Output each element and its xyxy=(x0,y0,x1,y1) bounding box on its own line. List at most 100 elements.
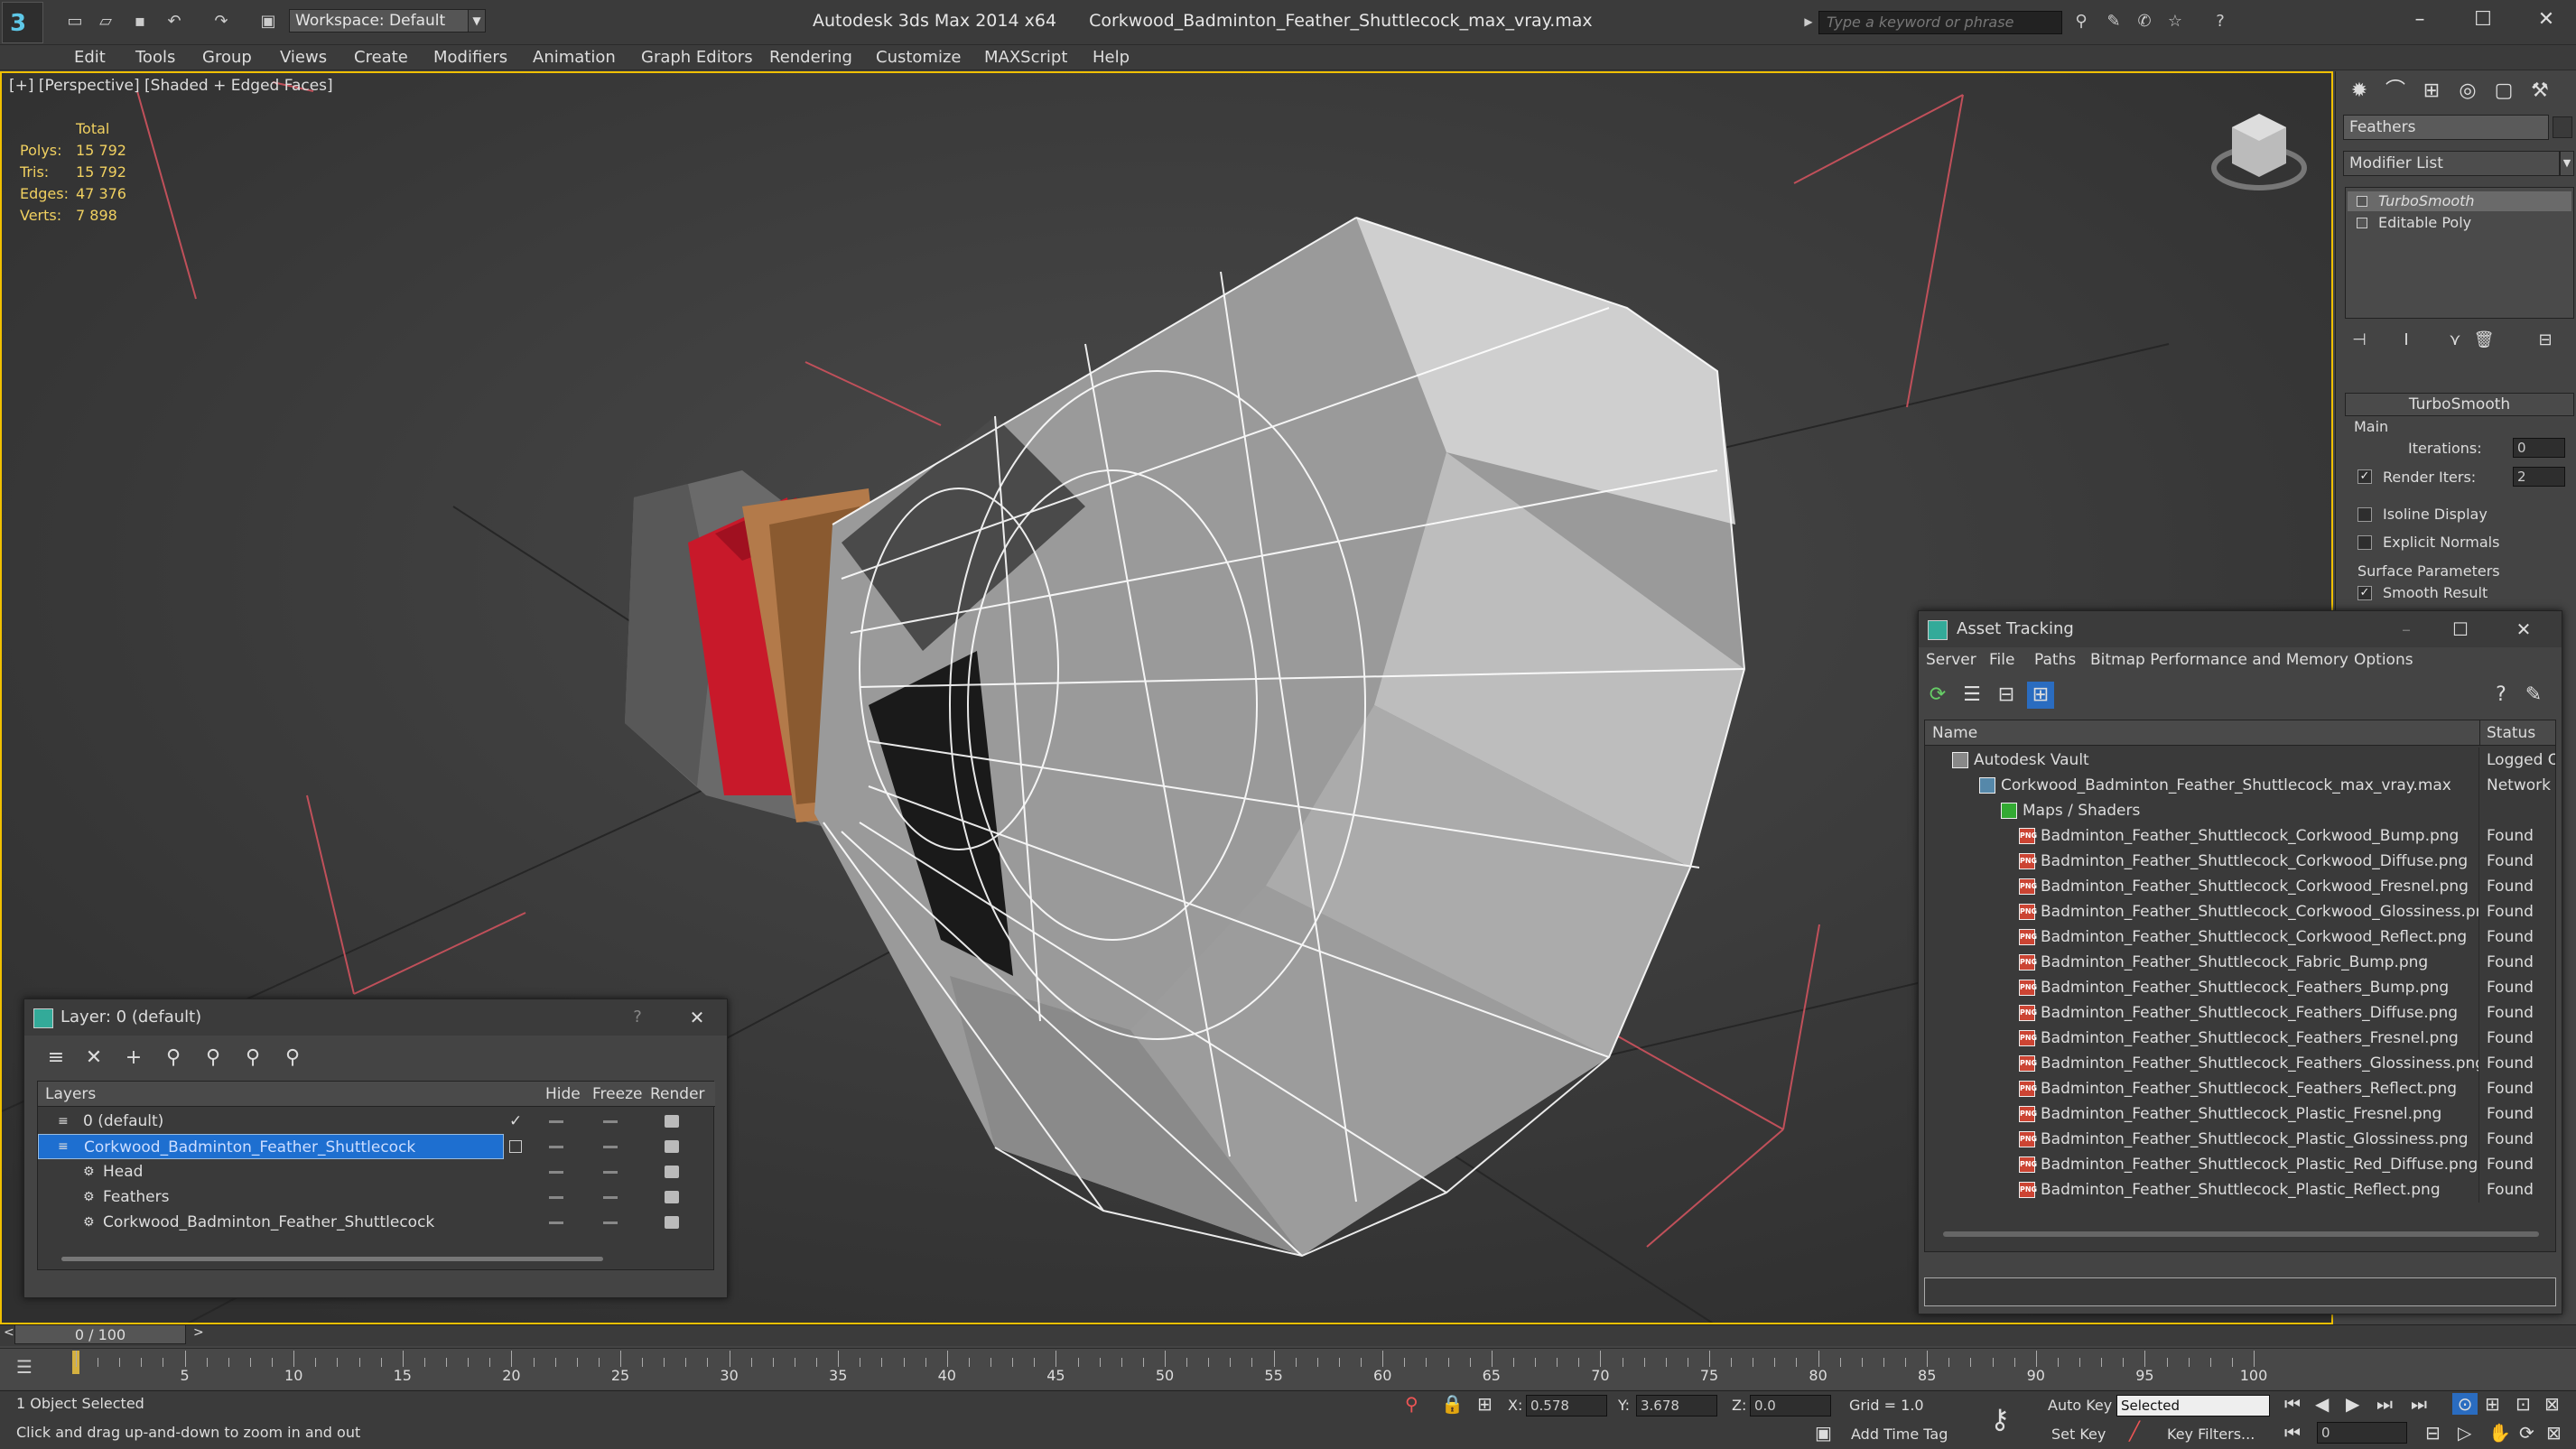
make-unique-icon[interactable]: ⋎ xyxy=(2442,328,2468,353)
asset-row[interactable]: PNG Badminton_Feather_Shuttlecock_Corkwoo… xyxy=(1925,899,2555,924)
create-layer-icon[interactable]: ≡ xyxy=(42,1045,70,1072)
layer-dialog-title[interactable]: Layer: 0 (default) xyxy=(24,999,727,1036)
hide-toggle[interactable] xyxy=(549,1221,563,1224)
key-mode-dropdown[interactable]: Selected xyxy=(2116,1395,2270,1416)
chevron-down-icon[interactable]: ▼ xyxy=(2560,151,2574,176)
play-icon[interactable]: ▶ xyxy=(2346,1393,2359,1415)
maximize-viewport-icon[interactable]: ⊠ xyxy=(2546,1422,2562,1444)
freeze-toggle[interactable] xyxy=(603,1120,618,1123)
smooth-result-checkbox[interactable]: ✓ xyxy=(2357,586,2372,600)
go-to-end-icon[interactable]: ⏭ xyxy=(2411,1393,2427,1415)
tree-view-icon[interactable]: ⊟ xyxy=(1993,682,2020,709)
asset-row[interactable]: PNG Badminton_Feather_Shuttlecock_Feather… xyxy=(1925,1000,2555,1026)
time-slider-thumb[interactable]: 0 / 100 xyxy=(14,1324,186,1344)
field-of-view-icon[interactable]: ▷ xyxy=(2458,1422,2471,1444)
table-view-icon[interactable]: ⊞ xyxy=(2027,682,2054,709)
turbosmooth-rollout-header[interactable]: TurboSmooth xyxy=(2345,393,2574,416)
configure-sets-icon[interactable]: ⊟ xyxy=(2533,328,2558,353)
set-active-box[interactable] xyxy=(509,1140,522,1153)
asset-row[interactable]: PNG Badminton_Feather_Shuttlecock_Fabric_… xyxy=(1925,950,2555,975)
freeze-all-icon[interactable]: ⚲ xyxy=(279,1045,306,1072)
close-button[interactable]: ✕ xyxy=(2528,5,2564,34)
asset-row-file[interactable]: Corkwood_Badminton_Feather_Shuttlecock_m… xyxy=(1925,773,2555,798)
asset-row[interactable]: PNG Badminton_Feather_Shuttlecock_Feather… xyxy=(1925,1051,2555,1076)
close-button[interactable]: ✕ xyxy=(2497,613,2551,646)
asset-row[interactable]: PNG Badminton_Feather_Shuttlecock_Corkwoo… xyxy=(1925,823,2555,849)
render-teapot-icon[interactable] xyxy=(665,1216,679,1229)
zoom-extents-icon[interactable]: ⊡ xyxy=(2516,1393,2531,1415)
hide-toggle[interactable] xyxy=(549,1146,563,1148)
asset-row[interactable]: PNG Badminton_Feather_Shuttlecock_Plastic… xyxy=(1925,1101,2555,1127)
freeze-toggle[interactable] xyxy=(603,1221,618,1224)
render-teapot-icon[interactable] xyxy=(665,1140,679,1153)
asset-row-maps[interactable]: Maps / Shaders xyxy=(1925,798,2555,823)
object-color-swatch[interactable] xyxy=(2553,116,2572,138)
stack-item-turbosmooth[interactable]: TurboSmooth xyxy=(2348,191,2571,211)
hide-toggle[interactable] xyxy=(549,1171,563,1174)
asset-row[interactable]: PNG Badminton_Feather_Shuttlecock_Feather… xyxy=(1925,1026,2555,1051)
create-tab-icon[interactable]: ✹ xyxy=(2343,75,2376,107)
column-header-hide[interactable]: Hide xyxy=(545,1082,581,1107)
next-key-icon[interactable]: ⏭ xyxy=(2376,1393,2393,1415)
search-input[interactable]: Type a keyword or phrase xyxy=(1818,11,2062,34)
motion-tab-icon[interactable]: ◎ xyxy=(2451,75,2484,107)
menu-tools[interactable]: Tools xyxy=(135,45,175,70)
workspace-dropdown[interactable]: Workspace: Default xyxy=(289,9,479,33)
isolate-icon[interactable]: ⚲ xyxy=(1405,1393,1418,1415)
menu-group[interactable]: Group xyxy=(202,45,252,70)
isoline-checkbox[interactable] xyxy=(2357,507,2372,522)
select-objects-icon[interactable]: ⚲ xyxy=(160,1045,187,1072)
menu-options[interactable]: Options xyxy=(2354,651,2413,669)
previous-key-icon[interactable]: ◀ xyxy=(2315,1393,2329,1415)
freeze-toggle[interactable] xyxy=(603,1146,618,1148)
hide-all-icon[interactable]: ⚲ xyxy=(239,1045,266,1072)
chevron-down-icon[interactable]: ▼ xyxy=(468,9,486,33)
modify-tab-icon[interactable]: ⌒ xyxy=(2379,75,2412,107)
column-header-freeze[interactable]: Freeze xyxy=(592,1082,642,1107)
menu-animation[interactable]: Animation xyxy=(533,45,616,70)
new-file-icon[interactable]: ▭ xyxy=(63,11,87,33)
key-mode-toggle-icon[interactable]: ⏮ xyxy=(2284,1422,2301,1444)
menu-rendering[interactable]: Rendering xyxy=(769,45,852,70)
open-file-icon[interactable]: ▱ xyxy=(94,11,117,33)
asset-row[interactable]: PNG Badminton_Feather_Shuttlecock_Feather… xyxy=(1925,975,2555,1000)
asset-row[interactable]: PNG Badminton_Feather_Shuttlecock_Corkwoo… xyxy=(1925,924,2555,950)
object-name-field[interactable]: Feathers xyxy=(2343,115,2549,140)
next-frame-icon[interactable]: > xyxy=(193,1325,204,1340)
render-iters-checkbox[interactable]: ✓ xyxy=(2357,469,2372,484)
column-header-name[interactable]: Name xyxy=(1932,720,1977,746)
column-header-render[interactable]: Render xyxy=(650,1082,705,1107)
menu-paths[interactable]: Paths xyxy=(2034,651,2076,669)
orbit-icon[interactable]: ⟳ xyxy=(2519,1422,2534,1444)
help-icon[interactable]: ? xyxy=(2488,682,2515,709)
key-filters-button[interactable]: Key Filters... xyxy=(2167,1426,2255,1443)
utilities-tab-icon[interactable]: ⚒ xyxy=(2524,75,2556,107)
show-end-result-icon[interactable]: Ⅰ xyxy=(2394,328,2419,353)
menu-create[interactable]: Create xyxy=(354,45,408,70)
freeze-toggle[interactable] xyxy=(603,1171,618,1174)
pin-stack-icon[interactable]: ⊣ xyxy=(2347,328,2372,353)
layer-row-default[interactable]: 0 (default) ≡ ✓ xyxy=(38,1109,715,1134)
subscription-icon[interactable]: ✎ xyxy=(2102,11,2125,33)
menu-edit[interactable]: Edit xyxy=(74,45,106,70)
add-time-tag-button[interactable]: Add Time Tag xyxy=(1851,1426,1948,1443)
favorites-star-icon[interactable]: ☆ xyxy=(2163,11,2187,33)
menu-bitmap-performance[interactable]: Bitmap Performance and Memory xyxy=(2090,651,2348,669)
explicit-normals-checkbox[interactable] xyxy=(2357,535,2372,550)
layer-row-shuttlecock[interactable]: Corkwood_Badminton_Feather_Shuttlecock ≡ xyxy=(38,1134,715,1159)
z-coordinate-field[interactable]: 0.0 xyxy=(1750,1395,1831,1416)
list-view-icon[interactable]: ☰ xyxy=(1958,682,1985,709)
redo-icon[interactable]: ↷ xyxy=(209,11,233,33)
x-coordinate-field[interactable]: 0.578 xyxy=(1526,1395,1607,1416)
modifier-list-dropdown[interactable]: Modifier List xyxy=(2343,151,2560,176)
viewport-label[interactable]: [+] [Perspective] [Shaded + Edged Faces] xyxy=(9,77,333,95)
go-to-start-icon[interactable]: ⏮ xyxy=(2284,1393,2301,1415)
absolute-mode-icon[interactable]: ⊞ xyxy=(1477,1393,1493,1415)
pan-icon[interactable]: ✋ xyxy=(2488,1422,2511,1444)
layer-object-row[interactable]: Head ⚙ xyxy=(38,1159,715,1184)
asset-path-field[interactable] xyxy=(1924,1277,2556,1306)
freeze-toggle[interactable] xyxy=(603,1196,618,1199)
highlight-icon[interactable]: ✎ xyxy=(2520,682,2547,709)
column-divider[interactable] xyxy=(2479,720,2480,746)
key-filter-icon[interactable]: ╱ xyxy=(2129,1420,2140,1442)
